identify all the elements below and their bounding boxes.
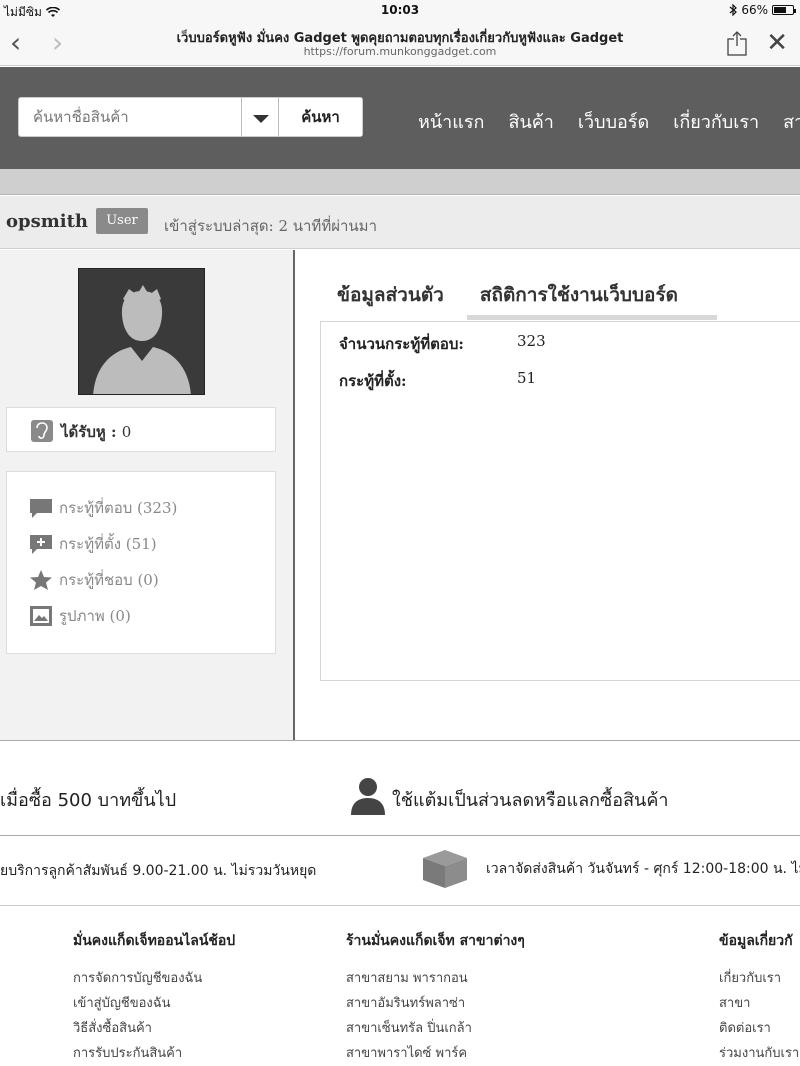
ios-status-bar: ไม่มีซิม 10:03 66%: [0, 0, 800, 22]
info-label: กระทู้ที่ตั้ง:: [339, 372, 407, 390]
profile-tabs: ข้อมูลส่วนตัว สถิติการใช้งานเว็บบอร์ด: [337, 280, 678, 320]
stat-topics-label: กระทู้ที่ตั้ง (51): [59, 535, 157, 553]
package-icon: [423, 850, 467, 888]
user-stats-box: กระทู้ที่ตอบ (323) กระทู้ที่ตั้ง (51) กร…: [6, 471, 276, 654]
footer-link[interactable]: สาขาเซ็นทรัล ปิ่นเกล้า: [346, 1016, 525, 1041]
share-icon[interactable]: [726, 30, 748, 56]
footer-link[interactable]: วิธีสั่งซื้อสินค้า: [73, 1016, 235, 1041]
service-hours: ยบริการลูกค้าสัมพันธ์ 9.00-21.00 น. ไม่ร…: [0, 863, 317, 879]
profile-content: ข้อมูลส่วนตัว สถิติการใช้งานเว็บบอร์ด จำ…: [297, 250, 800, 740]
browser-toolbar: ‹ › เว็บบอร์ดหูฟัง มั่นคง Gadget พูดคุยถ…: [0, 22, 800, 66]
footer-col-title: ร้านมั่นคงแก็ดเจ็ท สาขาต่างๆ: [346, 933, 525, 949]
info-label: จำนวนกระทู้ที่ตอบ:: [339, 335, 464, 353]
search-input[interactable]: [19, 98, 241, 136]
star-icon: [30, 570, 52, 590]
footer-link[interactable]: การจัดการบัญชีของฉัน: [73, 966, 235, 991]
promo-band: เมื่อซื้อ 500 บาทขึ้นไป ใช้แต้มเป็นส่วนล…: [0, 741, 800, 835]
tab-webboard-stats[interactable]: สถิติการใช้งานเว็บบอร์ด: [480, 280, 678, 320]
battery-icon: [772, 5, 796, 15]
tab-personal-info[interactable]: ข้อมูลส่วนตัว: [337, 280, 444, 320]
delivery-hours: เวลาจัดส่งสินค้า วันจันทร์ - ศุกร์ 12:00…: [486, 861, 800, 877]
footer-link[interactable]: สาขาสยาม พารากอน: [346, 966, 525, 991]
stat-replies[interactable]: กระทู้ที่ตอบ (323): [29, 496, 177, 520]
site-header: ค้นหา หน้าแรก สินค้า เว็บบอร์ด เกี่ยวกับ…: [0, 67, 800, 169]
service-band: ยบริการลูกค้าสัมพันธ์ 9.00-21.00 น. ไม่ร…: [0, 836, 800, 904]
forward-button[interactable]: ›: [52, 28, 63, 58]
footer-link[interactable]: สาขาอัมรินทร์พลาซ่า: [346, 991, 525, 1016]
username: opsmith: [6, 211, 89, 232]
ear-count-value: 0: [121, 423, 132, 441]
info-row: จำนวนกระทู้ที่ตอบ: 323: [339, 332, 546, 356]
footer-link[interactable]: เข้าสู่บัญชีของฉัน: [73, 991, 235, 1016]
nav-webboard[interactable]: เว็บบอร์ด: [578, 107, 649, 136]
active-tab-indicator: [467, 315, 717, 320]
promo-points: ใช้แต้มเป็นส่วนลดหรือแลกซื้อสินค้า: [392, 790, 669, 811]
promo-free-shipping: เมื่อซื้อ 500 บาทขึ้นไป: [0, 790, 177, 811]
info-value: 51: [517, 369, 537, 387]
footer-col-title: มั่นคงแก็ดเจ็ทออนไลน์ช้อป: [73, 933, 236, 949]
footer-link[interactable]: การรับประกันสินค้า: [73, 1041, 235, 1066]
default-avatar-icon: [79, 269, 204, 394]
header-divider-band: [0, 169, 800, 195]
bluetooth-icon: [729, 4, 738, 16]
main-nav: หน้าแรก สินค้า เว็บบอร์ด เกี่ยวกับเรา สา: [418, 107, 800, 136]
footer-link[interactable]: ติดต่อเรา: [719, 1016, 799, 1041]
stat-likes[interactable]: กระทู้ที่ชอบ (0): [29, 568, 159, 592]
nav-about[interactable]: เกี่ยวกับเรา: [673, 107, 759, 136]
footer-link[interactable]: สาขาพาราไดซ์ พาร์ค: [346, 1041, 525, 1066]
stat-likes-label: กระทู้ที่ชอบ (0): [59, 571, 159, 589]
info-value: 323: [517, 332, 546, 350]
person-icon: [351, 778, 385, 815]
footer-col-about: ข้อมูลเกี่ยวกั เกี่ยวกับเรา สาขา ติดต่อเ…: [719, 930, 799, 1066]
url-label[interactable]: https://forum.munkonggadget.com: [120, 45, 680, 58]
footer-col-branches: ร้านมั่นคงแก็ดเจ็ท สาขาต่างๆ สาขาสยาม พา…: [346, 930, 525, 1066]
ear-count-box: ได้รับหู : 0: [6, 407, 276, 452]
role-badge: User: [96, 208, 148, 234]
nav-branches[interactable]: สา: [783, 107, 800, 136]
search-box: ค้นหา: [18, 97, 363, 137]
ear-count: ได้รับหู : 0: [61, 420, 131, 444]
add-comment-icon: [30, 535, 52, 554]
avatar: [78, 268, 205, 395]
nav-home[interactable]: หน้าแรก: [418, 107, 484, 136]
footer-link[interactable]: สาขา: [719, 991, 799, 1016]
last-login: เข้าสู่ระบบล่าสุด: 2 นาทีที่ผ่านมา: [164, 217, 377, 235]
comment-icon: [30, 499, 52, 518]
stats-panel: จำนวนกระทู้ที่ตอบ: 323 กระทู้ที่ตั้ง: 51: [320, 321, 800, 681]
ear-icon: [31, 420, 53, 442]
stat-replies-label: กระทู้ที่ตอบ (323): [59, 499, 178, 517]
status-right: 66%: [729, 3, 796, 17]
battery-percent: 66%: [741, 3, 768, 17]
footer-link[interactable]: เกี่ยวกับเรา: [719, 966, 799, 991]
stat-photos-label: รูปภาพ (0): [59, 607, 131, 625]
profile-sidebar: ได้รับหู : 0 กระทู้ที่ตอบ (323) กระทู้ที…: [0, 250, 295, 740]
footer-link[interactable]: ร่วมงานกับเรา: [719, 1041, 799, 1066]
back-button[interactable]: ‹: [10, 28, 21, 58]
close-icon[interactable]: ✕: [766, 28, 788, 58]
clock: 10:03: [380, 3, 420, 17]
info-row: กระทู้ที่ตั้ง: 51: [339, 369, 536, 393]
stat-topics[interactable]: กระทู้ที่ตั้ง (51): [29, 532, 157, 556]
image-icon: [30, 606, 52, 626]
footer-col-shop: มั่นคงแก็ดเจ็ทออนไลน์ช้อป การจัดการบัญชี…: [73, 930, 235, 1066]
search-button[interactable]: ค้นหา: [279, 98, 362, 136]
nav-products[interactable]: สินค้า: [508, 107, 553, 136]
search-category-dropdown[interactable]: [241, 98, 279, 136]
site-footer: มั่นคงแก็ดเจ็ทออนไลน์ช้อป การจัดการบัญชี…: [0, 905, 800, 1066]
footer-col-title: ข้อมูลเกี่ยวกั: [719, 933, 793, 949]
stat-photos[interactable]: รูปภาพ (0): [29, 604, 131, 628]
ear-count-label: ได้รับหู :: [61, 423, 117, 441]
user-bar: opsmith User เข้าสู่ระบบล่าสุด: 2 นาทีที…: [0, 196, 800, 249]
